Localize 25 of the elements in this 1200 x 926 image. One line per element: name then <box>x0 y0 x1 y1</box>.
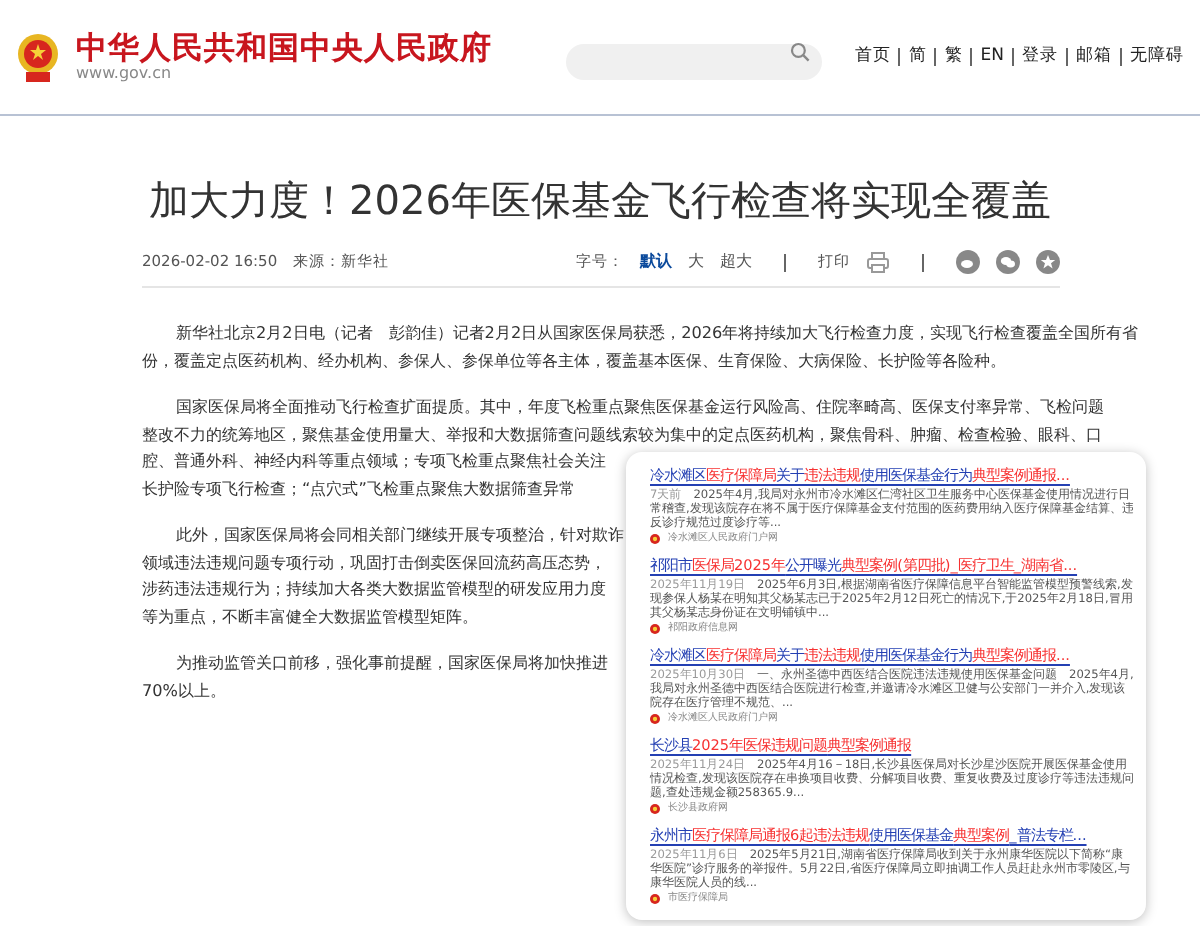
article-text-line: 长护险专项飞行检查；“点穴式”飞检重点聚焦大数据筛查异常 <box>142 475 575 501</box>
font-size-option[interactable]: 大 <box>688 250 704 274</box>
article-text-line: 整改不力的统筹地区，聚焦基金使用量大、举报和大数据筛查问题线索较为集中的定点医药机构，聚焦骨科、肿瘤、检查检验、眼科、口 <box>142 421 1102 447</box>
nav-link-item[interactable]: EN <box>980 44 1004 70</box>
article-text-line: 国家医保局将全面推动飞行检查扩面提质。其中，年度飞检重点聚焦医保基金运行风险高、住院率畸高、医保支付率异常、飞检问题 <box>174 394 1104 420</box>
article-text-line: 腔、普通外科、神经内科等重点领域；专项飞检重点聚焦社会关注 <box>142 448 606 474</box>
article-text-line: 70%以上。 <box>142 677 226 703</box>
nav-link-item[interactable]: 登录 <box>1022 44 1058 70</box>
nav-link-item[interactable]: 首页 <box>854 44 891 70</box>
site-url: www.gov.cn <box>76 66 174 83</box>
font-size-option[interactable]: 超大 <box>720 250 752 274</box>
article-text-line: 涉药违法违规行为；持续加大各类大数据监管模型的研发应用力度 <box>142 576 606 602</box>
article-text-line: 等为重点，不断丰富健全大数据监管模型矩阵。 <box>142 603 478 629</box>
article-text-line: 为推动监管关口前移，强化事前提醒，国家医保局将加快推进 <box>174 650 608 676</box>
font-size-option[interactable]: 默认 <box>640 250 672 274</box>
nav-link-item[interactable]: 邮箱 <box>1076 44 1112 70</box>
article-text-line: 领域违法违规问题专项行动，巩固打击倒卖医保回流药高压态势， <box>142 549 606 575</box>
article-text-line: 新华社北京2月2日电（记者 彭韵佳）记者2月2日从国家医保局获悉，2026年将持续加大飞行检查力度，实现飞行检查覆盖全国所有省 <box>174 320 1139 346</box>
nav-link-item[interactable]: 无障碍 <box>1130 44 1184 70</box>
article-text-line: 此外，国家医保局将会同相关部门继续开展专项整治，针对欺诈 <box>174 522 624 548</box>
site-title[interactable]: 中华人民共和国中央人民政府 <box>76 31 492 67</box>
article-title: 加大力度！2026年医保基金飞行检查将实现全覆盖 <box>147 176 1053 224</box>
nav-link-item[interactable]: 简 <box>908 44 927 70</box>
article-text-line: 份，覆盖定点医药机构、经办机构、参保人、参保单位等各主体，覆盖基本医保、生育保险、大病保险、长护险等各险种。 <box>142 347 1006 373</box>
nav-link-item[interactable]: 繁 <box>944 44 963 70</box>
